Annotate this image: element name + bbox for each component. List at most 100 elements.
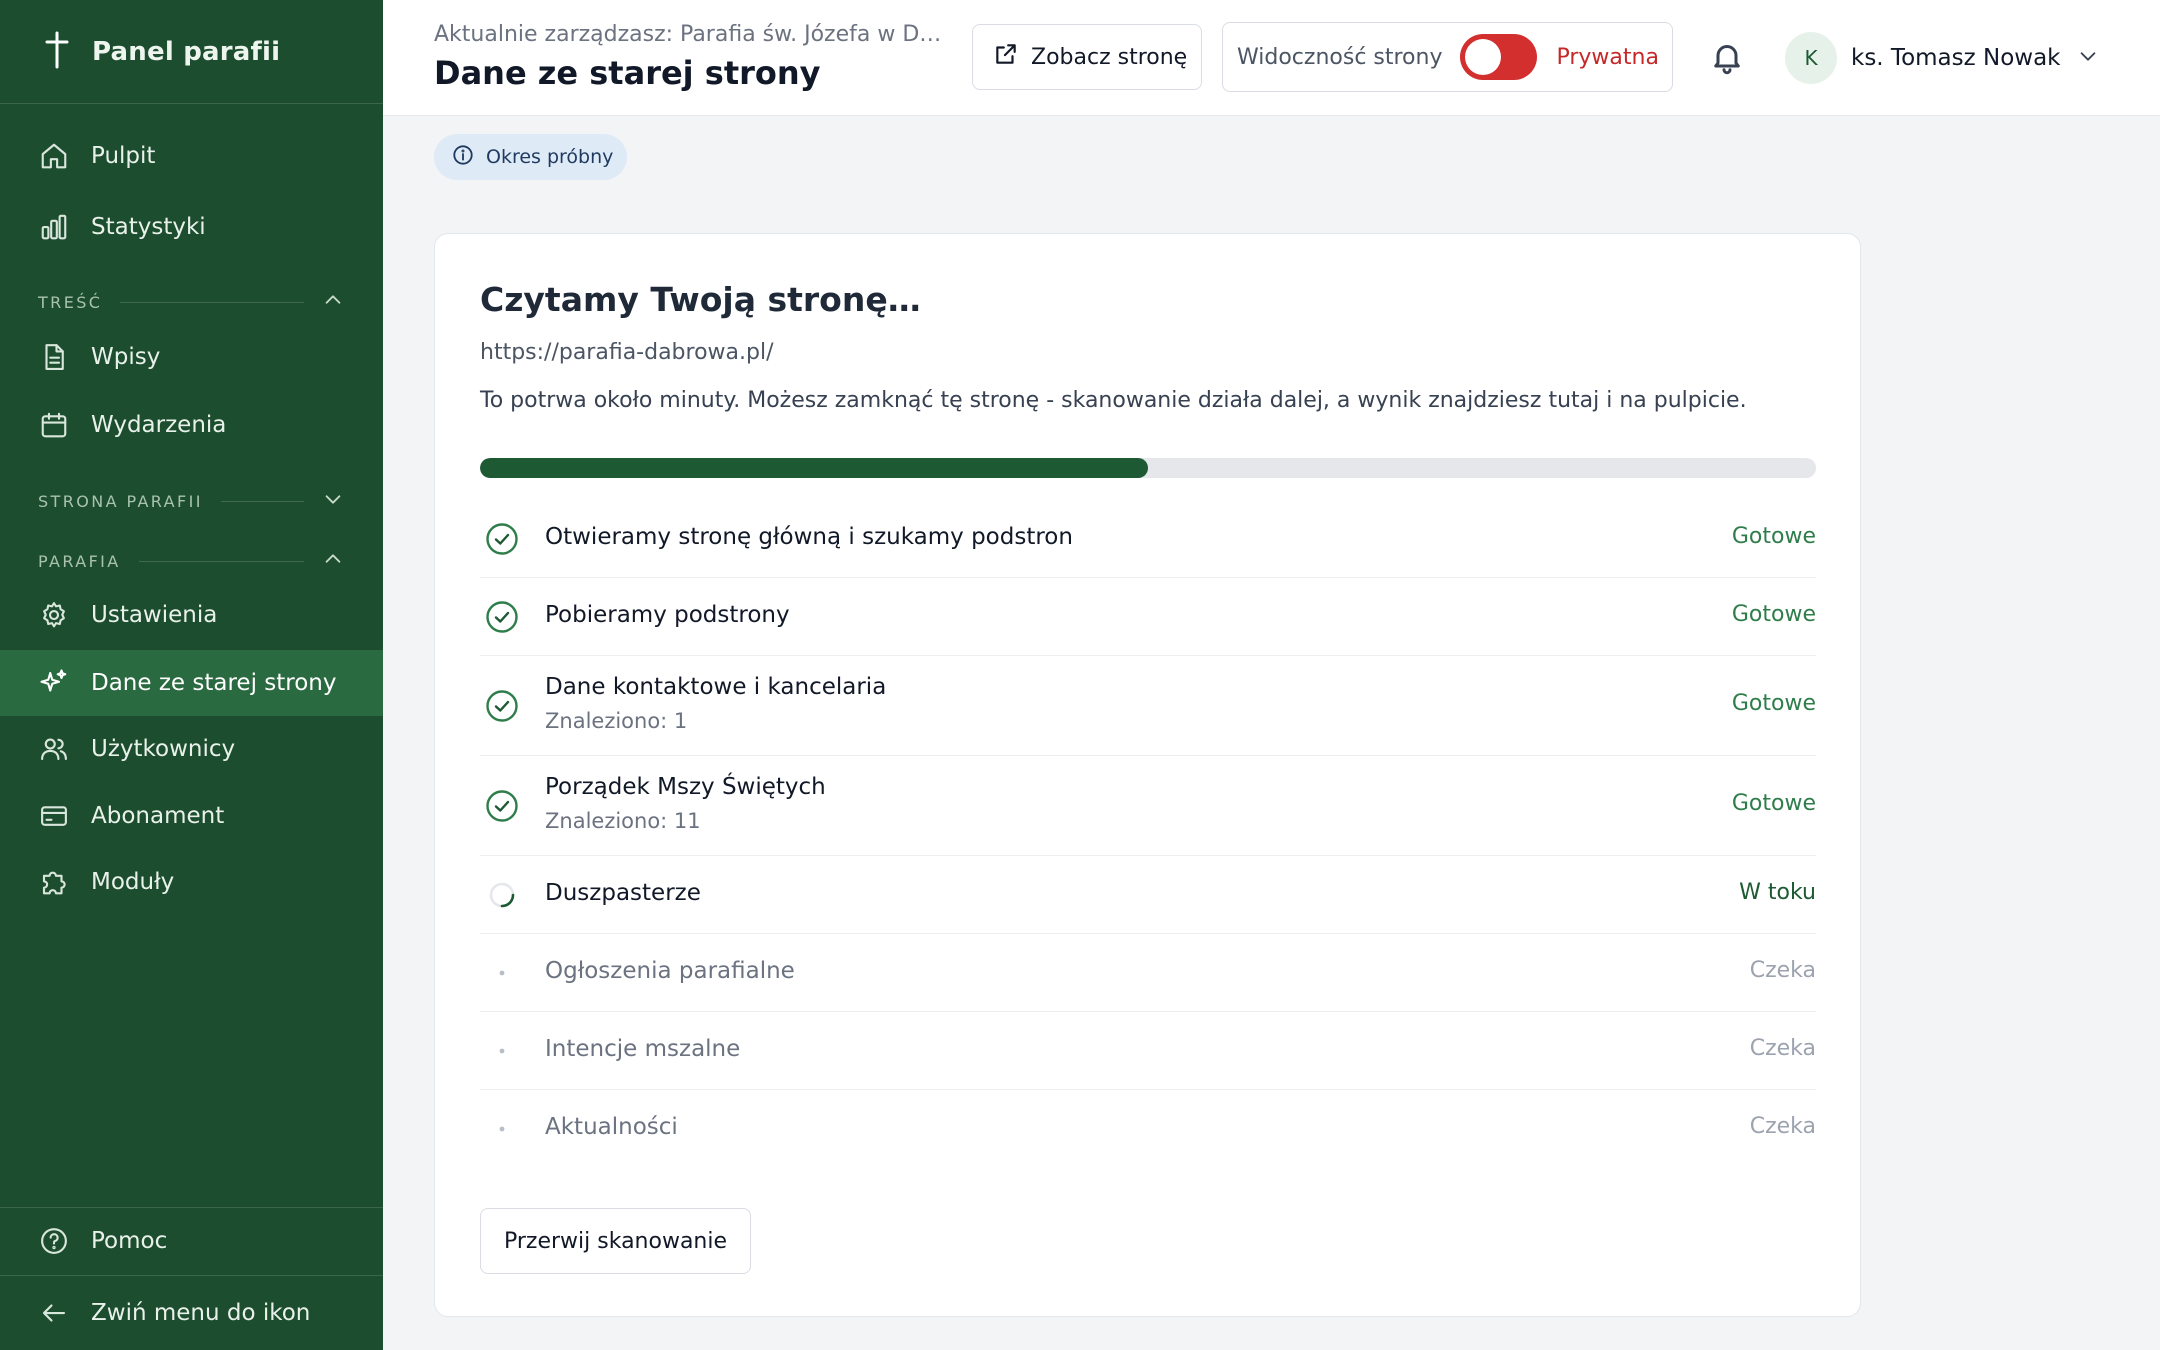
step-status: Czeka <box>1749 1036 1816 1061</box>
sidebar-item-abonament[interactable]: Abonament <box>0 783 383 849</box>
section-strona-parafii[interactable]: STRONA PARAFII <box>38 486 344 516</box>
page-title: Dane ze starej strony <box>434 54 821 92</box>
chevron-down-icon <box>2077 45 2099 71</box>
cross-icon <box>42 31 92 73</box>
scan-step: Pobieramy podstrony Gotowe <box>480 578 1816 656</box>
step-status: Gotowe <box>1731 524 1816 549</box>
breadcrumb: Aktualnie zarządzasz: Parafia św. Józefa… <box>434 22 954 47</box>
users-icon <box>38 733 70 765</box>
sidebar-item-label: Pomoc <box>91 1228 168 1254</box>
sidebar-item-label: Wydarzenia <box>91 412 227 438</box>
chevron-down-icon <box>322 488 344 514</box>
toggle-knob <box>1465 39 1502 75</box>
visibility-control: Widoczność strony Prywatna <box>1222 22 1673 92</box>
sidebar-item-pulpit[interactable]: Pulpit <box>0 123 383 189</box>
sidebar-item-label: Użytkownicy <box>91 736 236 762</box>
sidebar-brand[interactable]: Panel parafii <box>0 0 383 104</box>
step-status: Czeka <box>1749 958 1816 983</box>
section-label: TREŚĆ <box>38 292 103 312</box>
visibility-state: Prywatna <box>1556 44 1659 70</box>
trial-badge-label: Okres próbny <box>486 146 614 168</box>
step-label: Duszpasterze <box>545 880 701 906</box>
sidebar-item-pomoc[interactable]: Pomoc <box>0 1208 383 1274</box>
sidebar-item-label: Zwiń menu do ikon <box>91 1300 311 1326</box>
view-site-button[interactable]: Zobacz stronę <box>972 24 1202 90</box>
step-status: W toku <box>1739 880 1816 905</box>
step-label: Intencje mszalne <box>545 1036 741 1062</box>
scan-step: Porządek Mszy Świętych Znaleziono: 11 Goto… <box>480 756 1816 856</box>
visibility-toggle[interactable] <box>1460 34 1538 80</box>
scan-card: Czytamy Twoją stronę… https://parafia-da… <box>434 233 1861 1317</box>
check-circle-icon <box>484 521 520 557</box>
step-status: Czeka <box>1749 1114 1816 1139</box>
section-tresc[interactable]: TREŚĆ <box>38 287 344 317</box>
sparkles-icon <box>38 667 70 699</box>
calendar-icon <box>38 409 70 441</box>
step-status: Gotowe <box>1731 602 1816 627</box>
sidebar-item-wpisy[interactable]: Wpisy <box>0 324 383 390</box>
step-label: Otwieramy stronę główną i szukamy podstr… <box>545 524 1073 550</box>
step-label: Dane kontaktowe i kancelaria <box>545 674 887 700</box>
check-circle-icon <box>484 788 520 824</box>
section-divider <box>138 560 304 562</box>
bell-icon <box>1709 45 1745 80</box>
section-parafia[interactable]: PARAFIA <box>38 546 344 576</box>
step-count: Znaleziono: 1 <box>545 709 688 733</box>
stop-scan-button[interactable]: Przerwij skanowanie <box>480 1208 751 1274</box>
sidebar-item-moduly[interactable]: Moduły <box>0 849 383 915</box>
scan-step: Duszpasterze W toku <box>480 856 1816 934</box>
pending-dot-icon <box>484 1111 520 1147</box>
scan-step: Otwieramy stronę główną i szukamy podstr… <box>480 500 1816 578</box>
step-label: Ogłoszenia parafialne <box>545 958 795 984</box>
section-divider <box>120 301 304 303</box>
scan-title: Czytamy Twoją stronę… <box>480 280 921 319</box>
scan-step: Dane kontaktowe i kancelaria Znaleziono: … <box>480 656 1816 756</box>
user-menu[interactable]: K ks. Tomasz Nowak <box>1785 32 2099 84</box>
step-label: Pobieramy podstrony <box>545 602 790 628</box>
trial-badge: Okres próbny <box>434 134 627 180</box>
chevron-up-icon <box>322 289 344 315</box>
step-count: Znaleziono: 11 <box>545 809 701 833</box>
arrow-left-icon <box>38 1297 70 1329</box>
scan-progress-fill <box>480 458 1148 478</box>
help-circle-icon <box>38 1225 70 1257</box>
credit-card-icon <box>38 800 70 832</box>
sidebar-item-ustawienia[interactable]: Ustawienia <box>0 582 383 648</box>
chevron-up-icon <box>322 548 344 574</box>
document-icon <box>38 341 70 373</box>
sidebar-item-wydarzenia[interactable]: Wydarzenia <box>0 392 383 458</box>
sidebar-item-uzytkownicy[interactable]: Użytkownicy <box>0 716 383 782</box>
sidebar-item-label: Dane ze starej strony <box>91 670 337 696</box>
scan-step: Aktualności Czeka <box>480 1090 1816 1168</box>
sidebar-item-label: Ustawienia <box>91 602 218 628</box>
top-header: Aktualnie zarządzasz: Parafia św. Józefa… <box>383 0 2160 116</box>
pending-dot-icon <box>484 955 520 991</box>
check-circle-icon <box>484 688 520 724</box>
scan-step: Ogłoszenia parafialne Czeka <box>480 934 1816 1012</box>
notifications-button[interactable] <box>1709 38 1745 78</box>
step-status: Gotowe <box>1731 791 1816 816</box>
scan-description: To potrwa około minuty. Możesz zamknąć t… <box>480 388 1747 413</box>
section-divider <box>220 500 304 502</box>
view-site-label: Zobacz stronę <box>1031 44 1188 70</box>
brand-title: Panel parafii <box>92 36 281 67</box>
check-circle-icon <box>484 599 520 635</box>
pending-dot-icon <box>484 1033 520 1069</box>
step-label: Aktualności <box>545 1114 678 1140</box>
visibility-label: Widoczność strony <box>1237 44 1443 70</box>
gear-icon <box>38 599 70 631</box>
sidebar-item-dane-ze-starej-strony[interactable]: Dane ze starej strony <box>0 650 383 716</box>
home-icon <box>38 140 70 172</box>
sidebar-item-label: Wpisy <box>91 344 161 370</box>
avatar: K <box>1785 32 1837 84</box>
sidebar-item-label: Abonament <box>91 803 225 829</box>
scan-step: Intencje mszalne Czeka <box>480 1012 1816 1090</box>
sidebar-item-label: Moduły <box>91 869 175 895</box>
section-label: STRONA PARAFII <box>38 491 203 511</box>
spinner-icon <box>484 877 520 913</box>
puzzle-icon <box>38 866 70 898</box>
step-status: Gotowe <box>1731 691 1816 716</box>
collapse-menu-button[interactable]: Zwiń menu do ikon <box>0 1280 383 1346</box>
sidebar-item-statystyki[interactable]: Statystyki <box>0 194 383 260</box>
scan-url: https://parafia-dabrowa.pl/ <box>480 340 774 365</box>
